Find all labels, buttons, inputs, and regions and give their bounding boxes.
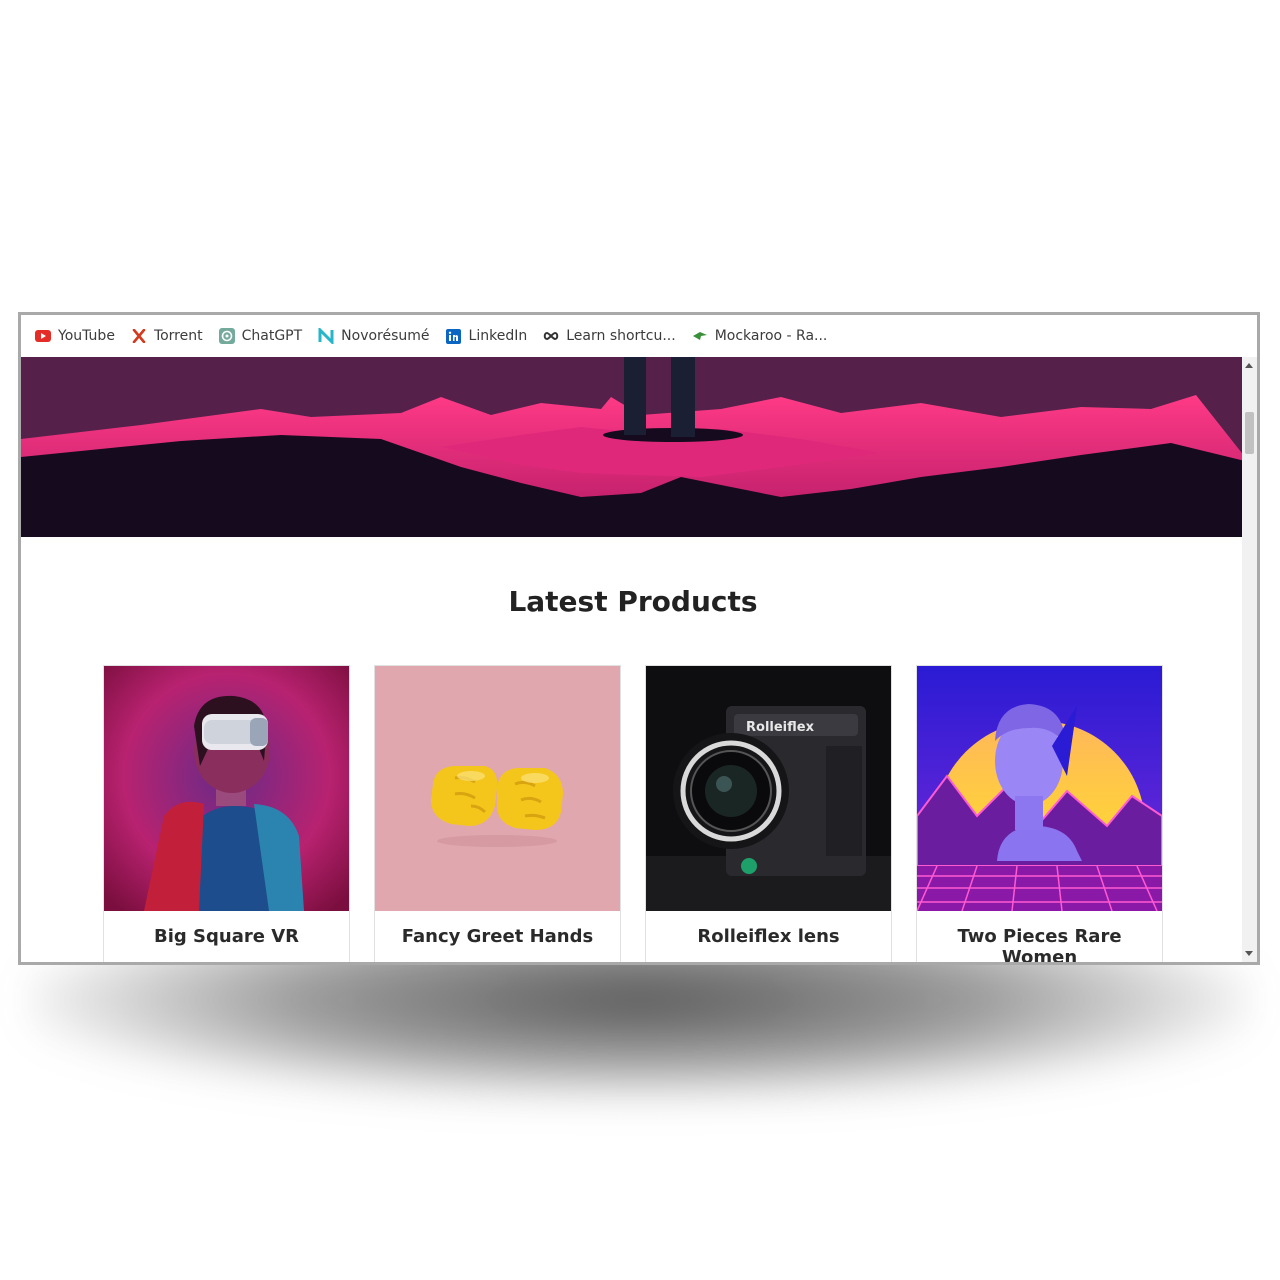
product-card[interactable]: Rolleiflex Rolleiflex lens [645, 665, 892, 962]
bookmark-label: YouTube [58, 328, 115, 344]
product-card[interactable]: Two Pieces Rare Women [916, 665, 1163, 962]
hero-banner [21, 357, 1245, 537]
scrollbar-thumb[interactable] [1245, 412, 1254, 454]
bookmark-label: LinkedIn [468, 328, 528, 344]
bookmark-youtube[interactable]: YouTube [35, 328, 115, 344]
camera-brand-text: Rolleiflex [746, 720, 815, 735]
product-name[interactable]: Big Square VR [104, 926, 349, 947]
bookmark-label: Learn shortcu... [566, 328, 676, 344]
product-card[interactable]: Big Square VR [103, 665, 350, 962]
bookmark-linkedin[interactable]: LinkedIn [446, 328, 528, 344]
novoresume-icon [318, 328, 334, 344]
scroll-up-arrow-icon[interactable] [1245, 363, 1253, 368]
product-card[interactable]: Fancy Greet Hands [374, 665, 621, 962]
figure-leg-right [671, 357, 695, 437]
product-name[interactable]: Two Pieces Rare Women [917, 926, 1162, 962]
browser-window: YouTube Torrent ChatGPT Novorésumé Linke… [18, 312, 1260, 965]
bookmark-novoresume[interactable]: Novorésumé [318, 328, 430, 344]
bookmark-label: Mockaroo - Ra... [714, 328, 828, 344]
bookmark-torrent[interactable]: Torrent [131, 328, 203, 344]
torrent-icon [131, 328, 147, 344]
figure-leg-left [624, 357, 646, 435]
bookmark-learn-shortcuts[interactable]: Learn shortcu... [543, 328, 676, 344]
mockaroo-icon [692, 328, 708, 344]
product-name[interactable]: Rolleiflex lens [646, 926, 891, 947]
product-image-camera[interactable]: Rolleiflex [646, 666, 891, 911]
bookmarks-bar: YouTube Torrent ChatGPT Novorésumé Linke… [21, 315, 1257, 357]
product-image-hands[interactable] [375, 666, 620, 911]
bookmark-chatgpt[interactable]: ChatGPT [218, 328, 303, 344]
product-image-statue[interactable] [917, 666, 1162, 911]
main-content: Latest Products Big Square VR Fancy Gree… [21, 537, 1245, 962]
product-image-vr[interactable] [104, 666, 349, 911]
bookmark-label: Novorésumé [341, 328, 430, 344]
linkedin-icon [446, 328, 462, 344]
bookmark-label: ChatGPT [241, 328, 303, 344]
section-title: Latest Products [508, 585, 758, 618]
product-name[interactable]: Fancy Greet Hands [375, 926, 620, 947]
scroll-down-arrow-icon[interactable] [1245, 951, 1253, 956]
infinity-icon [543, 328, 559, 344]
vertical-scrollbar[interactable] [1242, 357, 1257, 962]
chatgpt-icon [218, 328, 235, 344]
bookmark-label: Torrent [153, 328, 203, 344]
bookmark-mockaroo[interactable]: Mockaroo - Ra... [692, 328, 828, 344]
youtube-icon [35, 328, 51, 344]
